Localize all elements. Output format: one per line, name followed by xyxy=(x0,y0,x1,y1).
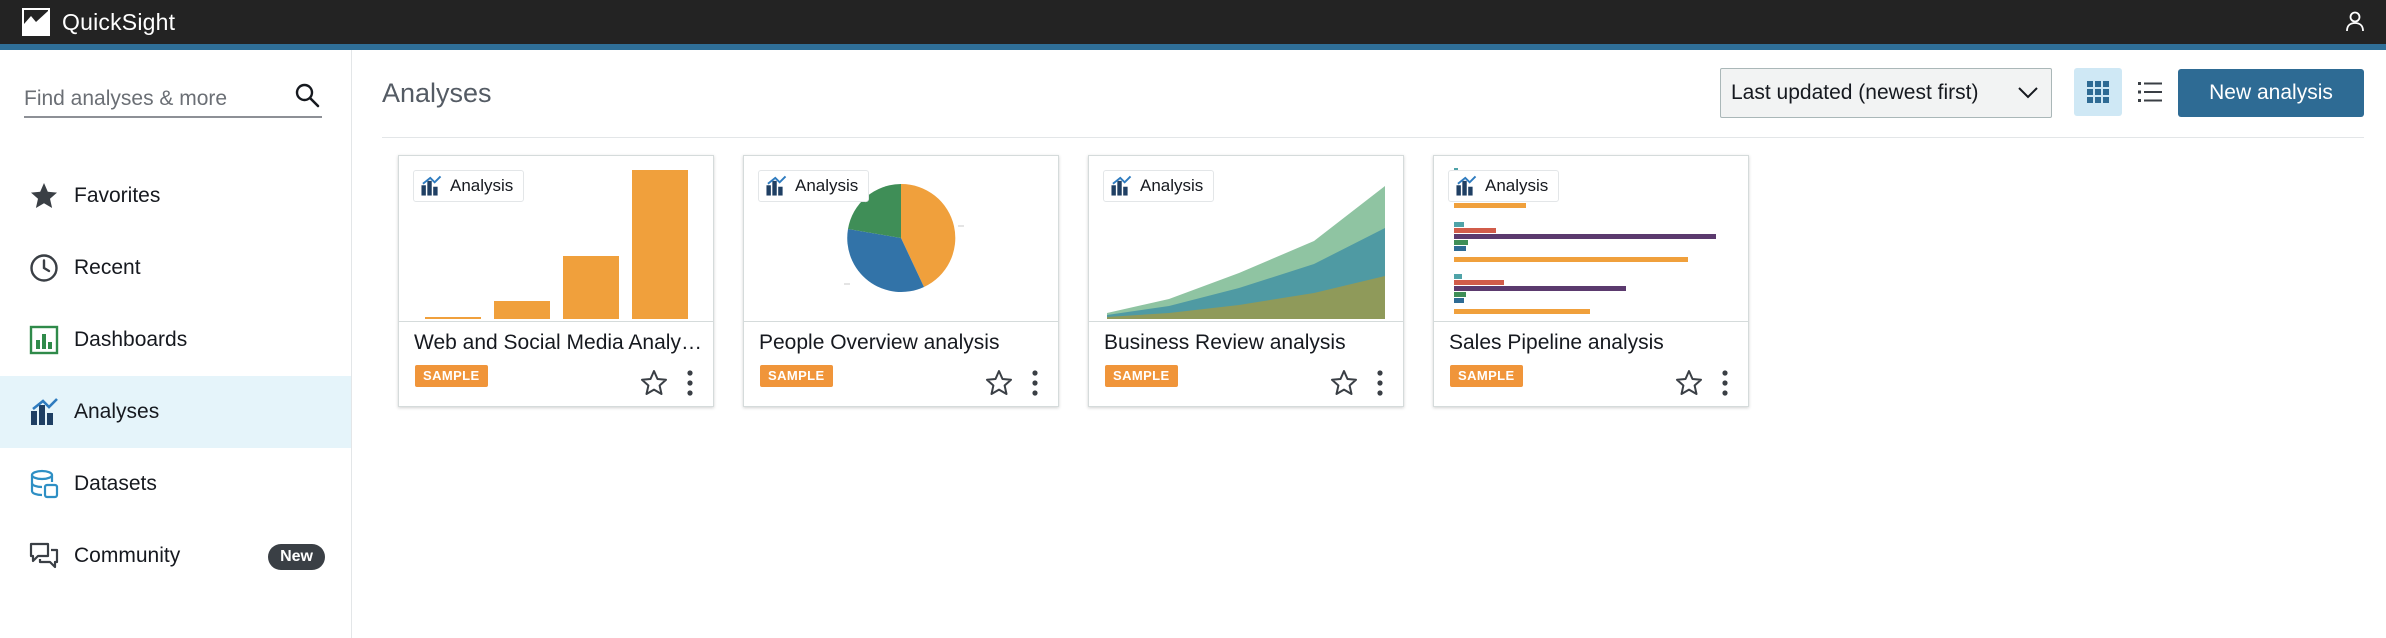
search-icon[interactable] xyxy=(294,82,320,108)
card-title[interactable]: People Overview analysis xyxy=(759,331,1049,355)
analysis-card[interactable]: Analysis Business Review analysis SAMPLE xyxy=(1088,155,1404,407)
sidebar-item-label: Datasets xyxy=(74,472,157,495)
chat-icon xyxy=(28,540,60,572)
grid-view-icon xyxy=(2087,81,2109,103)
more-options-icon[interactable] xyxy=(679,368,701,398)
more-options-icon[interactable] xyxy=(1369,368,1391,398)
analysis-icon xyxy=(421,175,442,196)
card-thumbnail[interactable]: Analysis xyxy=(1089,156,1403,322)
new-analysis-button[interactable]: New analysis xyxy=(2178,69,2364,117)
sidebar-item-label: Dashboards xyxy=(74,328,188,351)
card-type-label: Analysis xyxy=(1140,176,1204,195)
card-type-label: Analysis xyxy=(450,176,514,195)
sample-badge: SAMPLE xyxy=(415,365,488,387)
sidebar-item-datasets[interactable]: Datasets xyxy=(0,448,351,520)
card-type-tag: Analysis xyxy=(1103,170,1215,202)
page-title: Analyses xyxy=(382,78,492,108)
sidebar-nav: Favorites Recent Dashboards Analyses Dat… xyxy=(0,160,351,592)
card-type-tag: Analysis xyxy=(1448,170,1560,202)
sidebar-item-analyses[interactable]: Analyses xyxy=(0,376,351,448)
sidebar-item-label: Favorites xyxy=(74,184,161,207)
top-bar: QuickSight xyxy=(0,0,2386,44)
search-box xyxy=(24,74,322,118)
chevron-down-icon xyxy=(2018,87,2038,99)
star-icon xyxy=(28,180,60,212)
sidebar-item-community[interactable]: Community New xyxy=(0,520,351,592)
sidebar-item-favorites[interactable]: Favorites xyxy=(0,160,351,232)
sort-dropdown[interactable]: Last updated (newest first) xyxy=(1720,68,2052,118)
analysis-icon xyxy=(28,396,60,428)
sidebar-item-dashboards[interactable]: Dashboards xyxy=(0,304,351,376)
card-title[interactable]: Sales Pipeline analysis xyxy=(1449,331,1739,355)
analysis-card[interactable]: Analysis Sales Pipeline analysis SAMPLE xyxy=(1433,155,1749,407)
brand[interactable]: QuickSight xyxy=(22,8,175,36)
quicksight-logo-icon xyxy=(22,8,50,36)
sample-badge: SAMPLE xyxy=(760,365,833,387)
sidebar-item-label: Community xyxy=(74,544,181,567)
sample-badge: SAMPLE xyxy=(1105,365,1178,387)
clock-icon xyxy=(28,252,60,284)
favorite-star-icon[interactable] xyxy=(984,368,1014,398)
card-title[interactable]: Business Review analysis xyxy=(1104,331,1394,355)
favorite-star-icon[interactable] xyxy=(639,368,669,398)
sort-selected-value: Last updated (newest first) xyxy=(1731,81,1979,104)
top-bar-accent xyxy=(0,44,2386,50)
card-thumbnail[interactable]: Analysis xyxy=(1434,156,1748,322)
sidebar-item-label: Analyses xyxy=(74,400,160,423)
database-icon xyxy=(28,468,60,500)
search-input[interactable] xyxy=(24,74,284,114)
app-name: QuickSight xyxy=(62,8,176,35)
analysis-icon xyxy=(766,175,787,196)
analysis-icon xyxy=(1111,175,1132,196)
new-badge: New xyxy=(268,544,325,570)
more-options-icon[interactable] xyxy=(1714,368,1736,398)
favorite-star-icon[interactable] xyxy=(1674,368,1704,398)
more-options-icon[interactable] xyxy=(1024,368,1046,398)
favorite-star-icon[interactable] xyxy=(1329,368,1359,398)
list-view-icon xyxy=(2138,82,2162,102)
sidebar-item-recent[interactable]: Recent xyxy=(0,232,351,304)
header-divider xyxy=(382,137,2364,138)
user-icon[interactable] xyxy=(2344,10,2366,32)
sample-badge: SAMPLE xyxy=(1450,365,1523,387)
analysis-card[interactable]: Analysis People Overview analysis SAMPLE xyxy=(743,155,1059,407)
card-type-label: Analysis xyxy=(795,176,859,195)
card-type-tag: Analysis xyxy=(413,170,525,202)
card-thumbnail[interactable]: Analysis xyxy=(399,156,713,322)
dashboard-icon xyxy=(28,324,60,356)
analysis-card[interactable]: Analysis Web and Social Media Analytic s … xyxy=(398,155,714,407)
analysis-icon xyxy=(1456,175,1477,196)
card-title[interactable]: Web and Social Media Analytics analysis xyxy=(414,331,704,355)
sidebar: Favorites Recent Dashboards Analyses Dat… xyxy=(0,50,352,638)
list-view-button[interactable] xyxy=(2126,68,2174,116)
card-thumbnail[interactable]: Analysis xyxy=(744,156,1058,322)
grid-view-button[interactable] xyxy=(2074,68,2122,116)
card-type-tag: Analysis xyxy=(758,170,870,202)
sidebar-item-label: Recent xyxy=(74,256,141,279)
card-type-label: Analysis xyxy=(1485,176,1549,195)
